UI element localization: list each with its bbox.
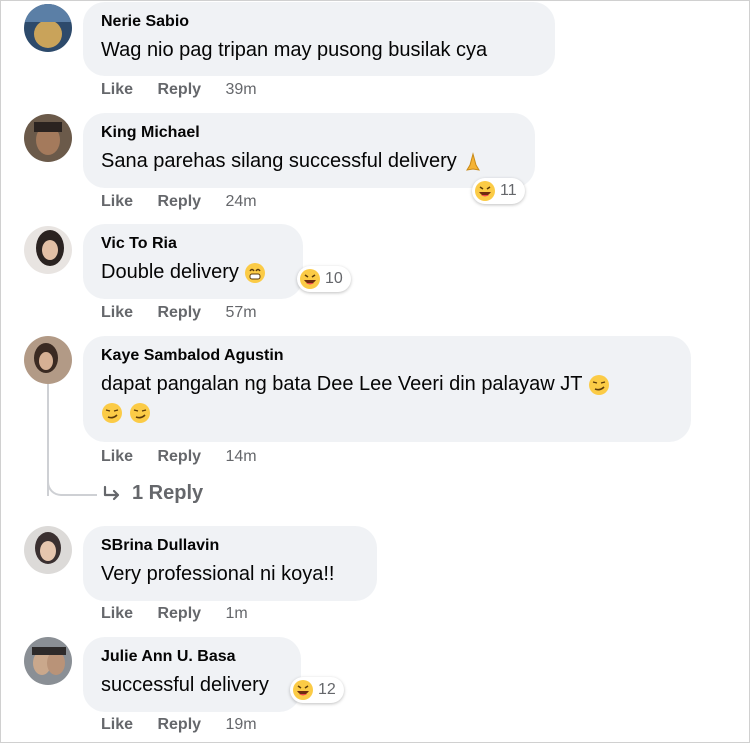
like-button[interactable]: Like (101, 304, 133, 322)
reply-button[interactable]: Reply (157, 304, 201, 322)
comment-bubble: Julie Ann U. Basa successful delivery (83, 637, 301, 712)
like-button[interactable]: Like (101, 448, 133, 466)
reaction-count-pill[interactable]: 10 (297, 266, 351, 292)
comment-actions: Like Reply 57m (101, 304, 257, 322)
comment-bubble: King Michael Sana parehas silang success… (83, 113, 535, 188)
comment-actions: Like Reply 39m (101, 81, 257, 99)
reply-button[interactable]: Reply (157, 193, 201, 211)
comment-actions: Like Reply 24m (101, 193, 257, 211)
comment-bubble: Kaye Sambalod Agustin dapat pangalan ng … (83, 336, 691, 442)
reply-button[interactable]: Reply (157, 716, 201, 734)
folded-hands-icon (462, 150, 484, 172)
comment-author[interactable]: Vic To Ria (101, 234, 285, 254)
smirking-face-icon (101, 401, 129, 423)
comment-timestamp[interactable]: 24m (226, 193, 257, 211)
like-button[interactable]: Like (101, 716, 133, 734)
comment-author[interactable]: King Michael (101, 123, 517, 143)
like-button[interactable]: Like (101, 81, 133, 99)
like-button[interactable]: Like (101, 605, 133, 623)
reaction-count: 10 (325, 270, 343, 287)
avatar[interactable] (24, 226, 72, 274)
comment-bubble: SBrina Dullavin Very professional ni koy… (83, 526, 377, 601)
haha-reaction-icon (292, 679, 314, 701)
reaction-count-pill[interactable]: 12 (290, 677, 344, 703)
comment-text: dapat pangalan ng bata Dee Lee Veeri din… (101, 370, 673, 426)
reply-button[interactable]: Reply (157, 448, 201, 466)
comment-actions: Like Reply 19m (101, 716, 257, 734)
comment-text-content: Double delivery (101, 261, 239, 283)
comment-text: successful delivery (101, 674, 269, 696)
avatar[interactable] (24, 4, 72, 52)
like-button[interactable]: Like (101, 193, 133, 211)
comment-timestamp[interactable]: 14m (226, 448, 257, 466)
avatar[interactable] (24, 336, 72, 384)
comment-text: Sana parehas silang successful delivery (101, 147, 517, 175)
comment-text-content: Sana parehas silang successful delivery (101, 150, 457, 172)
comment-actions: Like Reply 1m (101, 605, 248, 623)
reaction-count: 11 (500, 182, 517, 199)
comment-author[interactable]: SBrina Dullavin (101, 536, 359, 556)
comment-timestamp[interactable]: 57m (226, 304, 257, 322)
comment-author[interactable]: Nerie Sabio (101, 12, 537, 32)
comment-timestamp[interactable]: 39m (226, 81, 257, 99)
haha-reaction-icon (474, 180, 496, 202)
view-replies-link[interactable]: 1 Reply (102, 482, 203, 505)
comment-text: Very professional ni koya!! (101, 563, 335, 585)
reaction-count-pill[interactable]: 11 (472, 178, 525, 204)
comment-bubble: Nerie Sabio Wag nio pag tripan may puson… (83, 2, 555, 76)
reply-button[interactable]: Reply (157, 605, 201, 623)
comment-timestamp[interactable]: 19m (226, 716, 257, 734)
avatar[interactable] (24, 526, 72, 574)
comment-text-content: dapat pangalan ng bata Dee Lee Veeri din… (101, 373, 583, 395)
comment-bubble: Vic To Ria Double delivery (83, 224, 303, 299)
comment-author[interactable]: Kaye Sambalod Agustin (101, 346, 673, 366)
comment-actions: Like Reply 14m (101, 448, 257, 466)
reaction-count: 12 (318, 681, 336, 698)
smirking-face-icon (588, 373, 610, 395)
comment-author[interactable]: Julie Ann U. Basa (101, 647, 283, 667)
avatar[interactable] (24, 637, 72, 685)
thread-connector-curve (47, 470, 97, 496)
comment-text: Double delivery (101, 258, 285, 286)
reply-button[interactable]: Reply (157, 81, 201, 99)
smirking-face-icon (129, 401, 151, 423)
view-replies-label: 1 Reply (132, 482, 204, 504)
comment-timestamp[interactable]: 1m (226, 605, 248, 623)
comment-text: Wag nio pag tripan may pusong busilak cy… (101, 39, 488, 61)
haha-reaction-icon (299, 268, 321, 290)
reply-arrow-icon (103, 485, 120, 500)
grinning-face-icon (244, 261, 266, 283)
avatar[interactable] (24, 114, 72, 162)
